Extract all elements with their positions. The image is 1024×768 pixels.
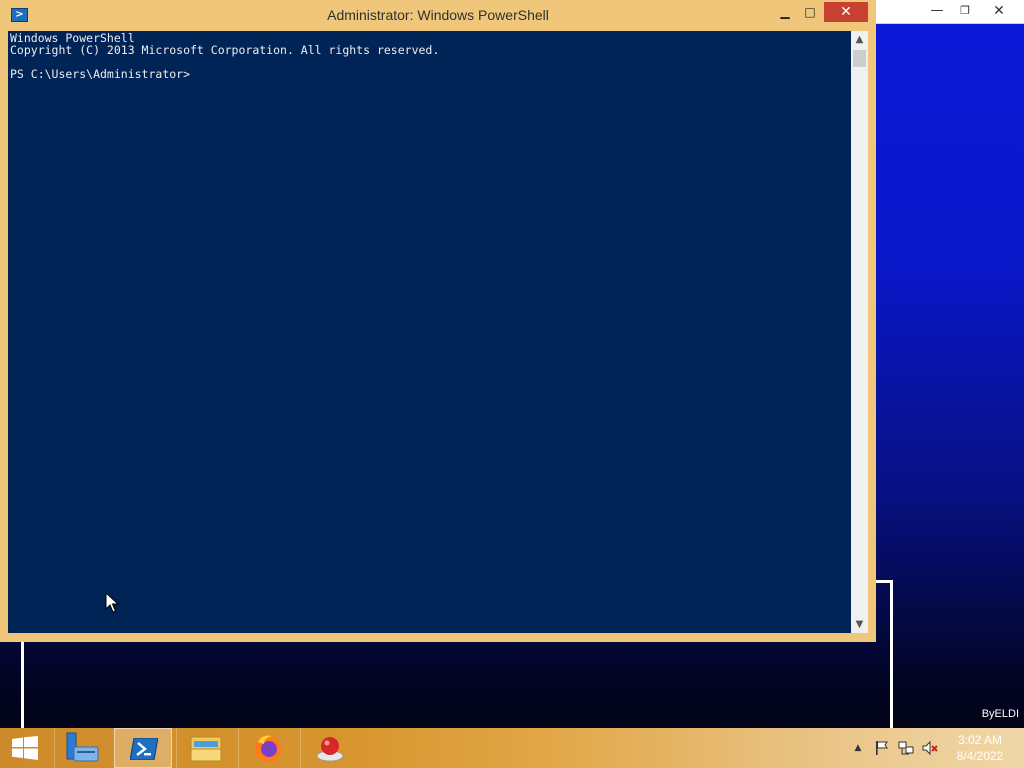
background-window-minimize-button[interactable]: — (922, 1, 952, 21)
powershell-window: Administrator: Windows PowerShell > ▁ □ … (0, 0, 876, 642)
console-prompt[interactable]: PS C:\Users\Administrator> (10, 68, 849, 80)
close-button[interactable]: ✕ (824, 2, 868, 22)
show-hidden-icons-chevron-icon[interactable]: ▲ (852, 740, 864, 756)
console-output[interactable]: Windows PowerShell Copyright (C) 2013 Mi… (8, 31, 851, 633)
network-icon[interactable] (898, 740, 914, 756)
console-line: Copyright (C) 2013 Microsoft Corporation… (10, 43, 440, 57)
background-window-restore-button[interactable]: ❐ (950, 1, 980, 21)
vertical-scrollbar[interactable]: ▲ ▼ (851, 31, 868, 633)
background-window-titlebar: — ❐ ✕ (870, 0, 1024, 24)
scroll-up-arrow-icon[interactable]: ▲ (851, 31, 868, 48)
start-button[interactable] (0, 728, 50, 768)
server-manager-icon (66, 732, 99, 762)
desktop-watermark: ByELDI (981, 708, 1019, 720)
clock-time: 3:02 AM (957, 733, 1003, 747)
system-tray: ▲ 3:02 AM 8/4/2022 (848, 728, 1024, 768)
taskbar-powershell[interactable] (114, 728, 172, 768)
powershell-icon[interactable]: > (11, 8, 28, 22)
taskbar-server-manager[interactable] (54, 728, 112, 768)
red-ball-app-icon (316, 737, 344, 762)
action-center-flag-icon[interactable] (874, 740, 890, 756)
window-title: Administrator: Windows PowerShell (327, 7, 549, 23)
taskbar-firefox[interactable] (238, 728, 296, 768)
mouse-pointer-icon (105, 592, 119, 613)
folder-icon (190, 736, 222, 762)
clock-date: 8/4/2022 (956, 749, 1004, 763)
taskbar: ▲ 3:02 AM 8/4/2022 (0, 728, 1024, 768)
minimize-button[interactable]: ▁ (773, 2, 797, 22)
powershell-icon (130, 738, 158, 760)
window-titlebar[interactable]: Administrator: Windows PowerShell > ▁ □ … (0, 0, 876, 31)
background-window-close-button[interactable]: ✕ (984, 1, 1014, 21)
taskbar-file-explorer[interactable] (176, 728, 234, 768)
windows-logo-icon (12, 736, 38, 760)
taskbar-app[interactable] (300, 728, 358, 768)
firefox-icon (255, 735, 281, 762)
volume-muted-icon[interactable] (922, 740, 938, 756)
clock[interactable]: 3:02 AM 8/4/2022 (948, 732, 1012, 764)
maximize-button[interactable]: □ (798, 2, 822, 22)
scrollbar-thumb[interactable] (853, 50, 866, 67)
scroll-down-arrow-icon[interactable]: ▼ (851, 616, 868, 633)
